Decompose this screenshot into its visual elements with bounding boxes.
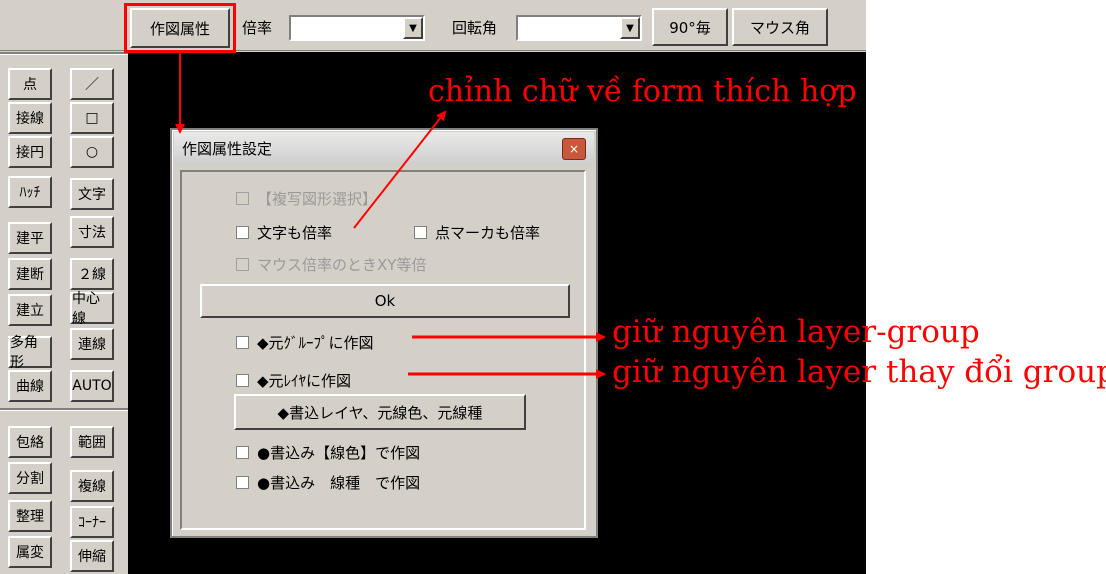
arrow-text-scale <box>353 110 447 229</box>
annotation-keep-layer-group: giữ nguyên layer-group <box>612 314 980 350</box>
annotation-text-form: chỉnh chữ về form thích hợp <box>428 74 857 109</box>
annotation-keep-layer-change-group: giữ nguyên layer thay đổi group <box>612 354 1106 390</box>
